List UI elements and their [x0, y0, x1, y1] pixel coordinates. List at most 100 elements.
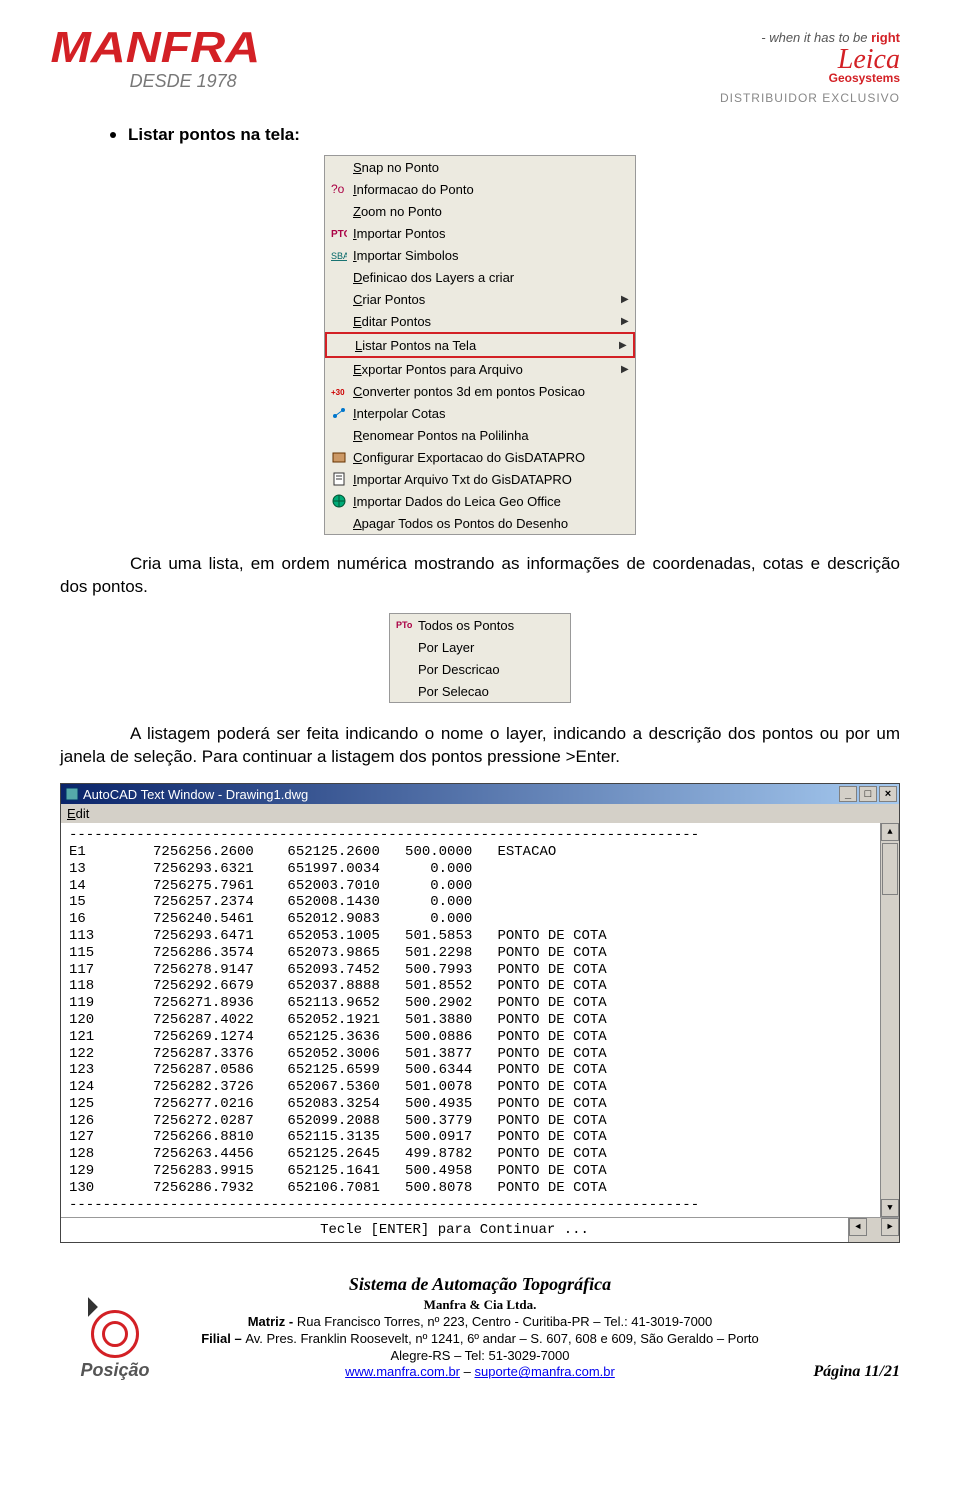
scroll-right-icon[interactable]: ► [881, 1218, 899, 1236]
menu-label: Criar Pontos [353, 292, 621, 307]
menu-item[interactable]: Listar Pontos na Tela▶ [325, 332, 635, 358]
menu-icon [327, 334, 355, 356]
menu-icon [325, 266, 353, 288]
menu-icon [325, 200, 353, 222]
svg-text:SBA: SBA [331, 251, 347, 261]
menu-label: Snap no Ponto [353, 160, 621, 175]
vertical-scrollbar[interactable]: ▲ ▼ [880, 823, 899, 1217]
menu-item[interactable]: Zoom no Ponto [325, 200, 635, 222]
menu-label: Apagar Todos os Pontos do Desenho [353, 516, 621, 531]
menu-label: Zoom no Ponto [353, 204, 621, 219]
submenu-arrow-icon: ▶ [621, 316, 635, 327]
bullet-icon [110, 132, 116, 138]
menu-item[interactable]: Criar Pontos▶ [325, 288, 635, 310]
matriz-line: Matriz - Rua Francisco Torres, nº 223, C… [182, 1314, 778, 1331]
heading-text: Listar pontos na tela: [128, 125, 300, 145]
menu-item[interactable]: Importar Dados do Leica Geo Office [325, 490, 635, 512]
menu-icon [325, 358, 353, 380]
menu-label: Definicao dos Layers a criar [353, 270, 621, 285]
manfra-logo: MANFRA DESDE 1978 [60, 30, 251, 92]
menu-label: Importar Arquivo Txt do GisDATAPRO [353, 472, 621, 487]
menu-icon: PTo [390, 618, 418, 632]
posicao-logo: Posição [60, 1306, 170, 1381]
menu-icon: PTO [325, 222, 353, 244]
svg-text:?o: ?o [331, 182, 345, 196]
menu-label: Listar Pontos na Tela [355, 338, 619, 353]
svg-text:PTO: PTO [331, 229, 347, 240]
menu-icon [325, 288, 353, 310]
minimize-button[interactable]: _ [839, 786, 857, 802]
tagline: - when it has to be right [761, 30, 900, 45]
leica-brand: Leica [838, 49, 900, 71]
menu-item[interactable]: Renomear Pontos na Polilinha [325, 424, 635, 446]
paragraph-2: A listagem poderá ser feita indicando o … [60, 723, 900, 769]
window-title: AutoCAD Text Window - Drawing1.dwg [83, 787, 308, 802]
posicao-text: Posição [80, 1360, 149, 1381]
menu-icon [325, 512, 353, 534]
brand-since: DESDE 1978 [130, 71, 237, 92]
menu-item[interactable]: Interpolar Cotas [325, 402, 635, 424]
website-link[interactable]: www.manfra.com.br [345, 1364, 460, 1379]
menu-icon [325, 424, 353, 446]
leica-logo-block: - when it has to be right Leica Geosyste… [720, 30, 900, 105]
window-titlebar: AutoCAD Text Window - Drawing1.dwg _ □ × [61, 784, 899, 804]
menu-icon [325, 446, 353, 468]
menu-item[interactable]: Exportar Pontos para Arquivo▶ [325, 358, 635, 380]
menu-label: Por Layer [418, 640, 474, 655]
menu-item[interactable]: ?oInformacao do Ponto [325, 178, 635, 200]
menu-icon: +30 [325, 380, 353, 402]
page-header: MANFRA DESDE 1978 - when it has to be ri… [60, 30, 900, 105]
menu-item[interactable]: Por Descricao [390, 658, 570, 680]
brand-name: MANFRA [50, 30, 260, 65]
submenu-arrow-icon: ▶ [619, 340, 633, 351]
section-heading: Listar pontos na tela: [110, 125, 900, 145]
scroll-left-icon[interactable]: ◄ [849, 1218, 867, 1236]
menu-item[interactable]: PToTodos os Pontos [390, 614, 570, 636]
menu-label: Configurar Exportacao do GisDATAPRO [353, 450, 621, 465]
menu-label: Editar Pontos [353, 314, 621, 329]
system-name: Sistema de Automação Topográfica [182, 1273, 778, 1296]
menu-item[interactable]: Apagar Todos os Pontos do Desenho [325, 512, 635, 534]
menu-label: Importar Pontos [353, 226, 621, 241]
menu-icon: SBA [325, 244, 353, 266]
menu-label: Converter pontos 3d em pontos Posicao [353, 384, 621, 399]
text-output: ----------------------------------------… [61, 823, 880, 1217]
menu-icon [325, 310, 353, 332]
prompt-text: Tecle [ENTER] para Continuar ... [61, 1218, 848, 1242]
submenu-arrow-icon: ▶ [621, 294, 635, 305]
menu-label: Todos os Pontos [418, 618, 514, 633]
menu-item[interactable]: Configurar Exportacao do GisDATAPRO [325, 446, 635, 468]
menu-label: Por Descricao [418, 662, 500, 677]
menu-icon [325, 156, 353, 178]
menu-label: Interpolar Cotas [353, 406, 621, 421]
scroll-down-icon[interactable]: ▼ [881, 1199, 899, 1217]
menu-item[interactable]: Importar Arquivo Txt do GisDATAPRO [325, 468, 635, 490]
page-footer: Posição Sistema de Automação Topográfica… [60, 1273, 900, 1381]
menu-item[interactable]: +30 Converter pontos 3d em pontos Posicao [325, 380, 635, 402]
svg-text:+30: +30 [331, 388, 345, 397]
menu-label: Importar Simbolos [353, 248, 621, 263]
scroll-thumb[interactable] [882, 843, 898, 895]
context-menu-1: Snap no Ponto ?oInformacao do Ponto Zoom n… [324, 155, 636, 535]
maximize-button[interactable]: □ [859, 786, 877, 802]
autocad-icon [65, 787, 79, 801]
submenu-arrow-icon: ▶ [621, 364, 635, 375]
menu-item[interactable]: PTO Importar Pontos [325, 222, 635, 244]
edit-menu[interactable]: Edit [61, 804, 899, 823]
menu-item[interactable]: Editar Pontos▶ [325, 310, 635, 332]
menu-item[interactable]: Definicao dos Layers a criar [325, 266, 635, 288]
footer-text: Sistema de Automação Topográfica Manfra … [182, 1273, 778, 1381]
scroll-up-icon[interactable]: ▲ [881, 823, 899, 841]
menu-icon [325, 468, 353, 490]
horizontal-scrollbar[interactable]: ◄ ► [848, 1218, 899, 1242]
paragraph-1: Cria uma lista, em ordem numérica mostra… [60, 553, 900, 599]
email-link[interactable]: suporte@manfra.com.br [474, 1364, 614, 1379]
menu-item[interactable]: Snap no Ponto [325, 156, 635, 178]
close-button[interactable]: × [879, 786, 897, 802]
company-name: Manfra & Cia Ltda. [182, 1297, 778, 1314]
menu-item[interactable]: SBA Importar Simbolos [325, 244, 635, 266]
menu-icon [325, 402, 353, 424]
menu-item[interactable]: Por Layer [390, 636, 570, 658]
menu-item[interactable]: Por Selecao [390, 680, 570, 702]
menu-label: Renomear Pontos na Polilinha [353, 428, 621, 443]
